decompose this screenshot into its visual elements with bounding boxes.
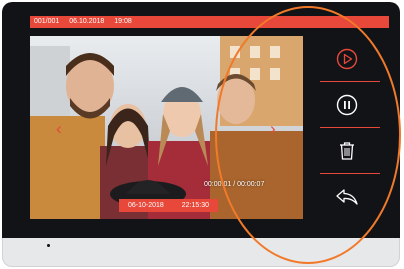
chevron-right-icon[interactable]: › [270, 120, 276, 137]
play-button[interactable] [314, 36, 380, 81]
play-icon [336, 48, 358, 69]
delete-button[interactable] [314, 128, 380, 173]
back-button[interactable] [314, 174, 380, 219]
photo-image [30, 36, 303, 219]
control-panel [314, 36, 380, 219]
status-time: 19:08 [114, 18, 132, 25]
indicator-light [47, 244, 50, 247]
recording-timestamp: 06-10-2018 22:15:30 [119, 199, 218, 212]
recording-date: 06-10-2018 [127, 202, 164, 209]
recording-time: 22:15:30 [181, 202, 210, 209]
return-arrow-icon [336, 188, 358, 205]
record-index: 001/001 [34, 18, 60, 25]
status-bar: 001/001 06.10.2018 19:08 [30, 16, 389, 28]
status-date: 06.10.2018 [69, 18, 105, 25]
pause-icon [336, 94, 358, 115]
chevron-left-icon[interactable]: ‹ [56, 120, 62, 137]
screen-bezel: 001/001 06.10.2018 19:08 ‹ › 00:00:01 / … [2, 2, 400, 238]
trash-icon [340, 141, 354, 160]
pause-button[interactable] [314, 82, 380, 127]
monitor-device: 001/001 06.10.2018 19:08 ‹ › 00:00:01 / … [2, 2, 400, 267]
playback-timecode: 00:00:01 / 00:00:07 [204, 181, 265, 188]
recorded-photo [30, 36, 303, 219]
